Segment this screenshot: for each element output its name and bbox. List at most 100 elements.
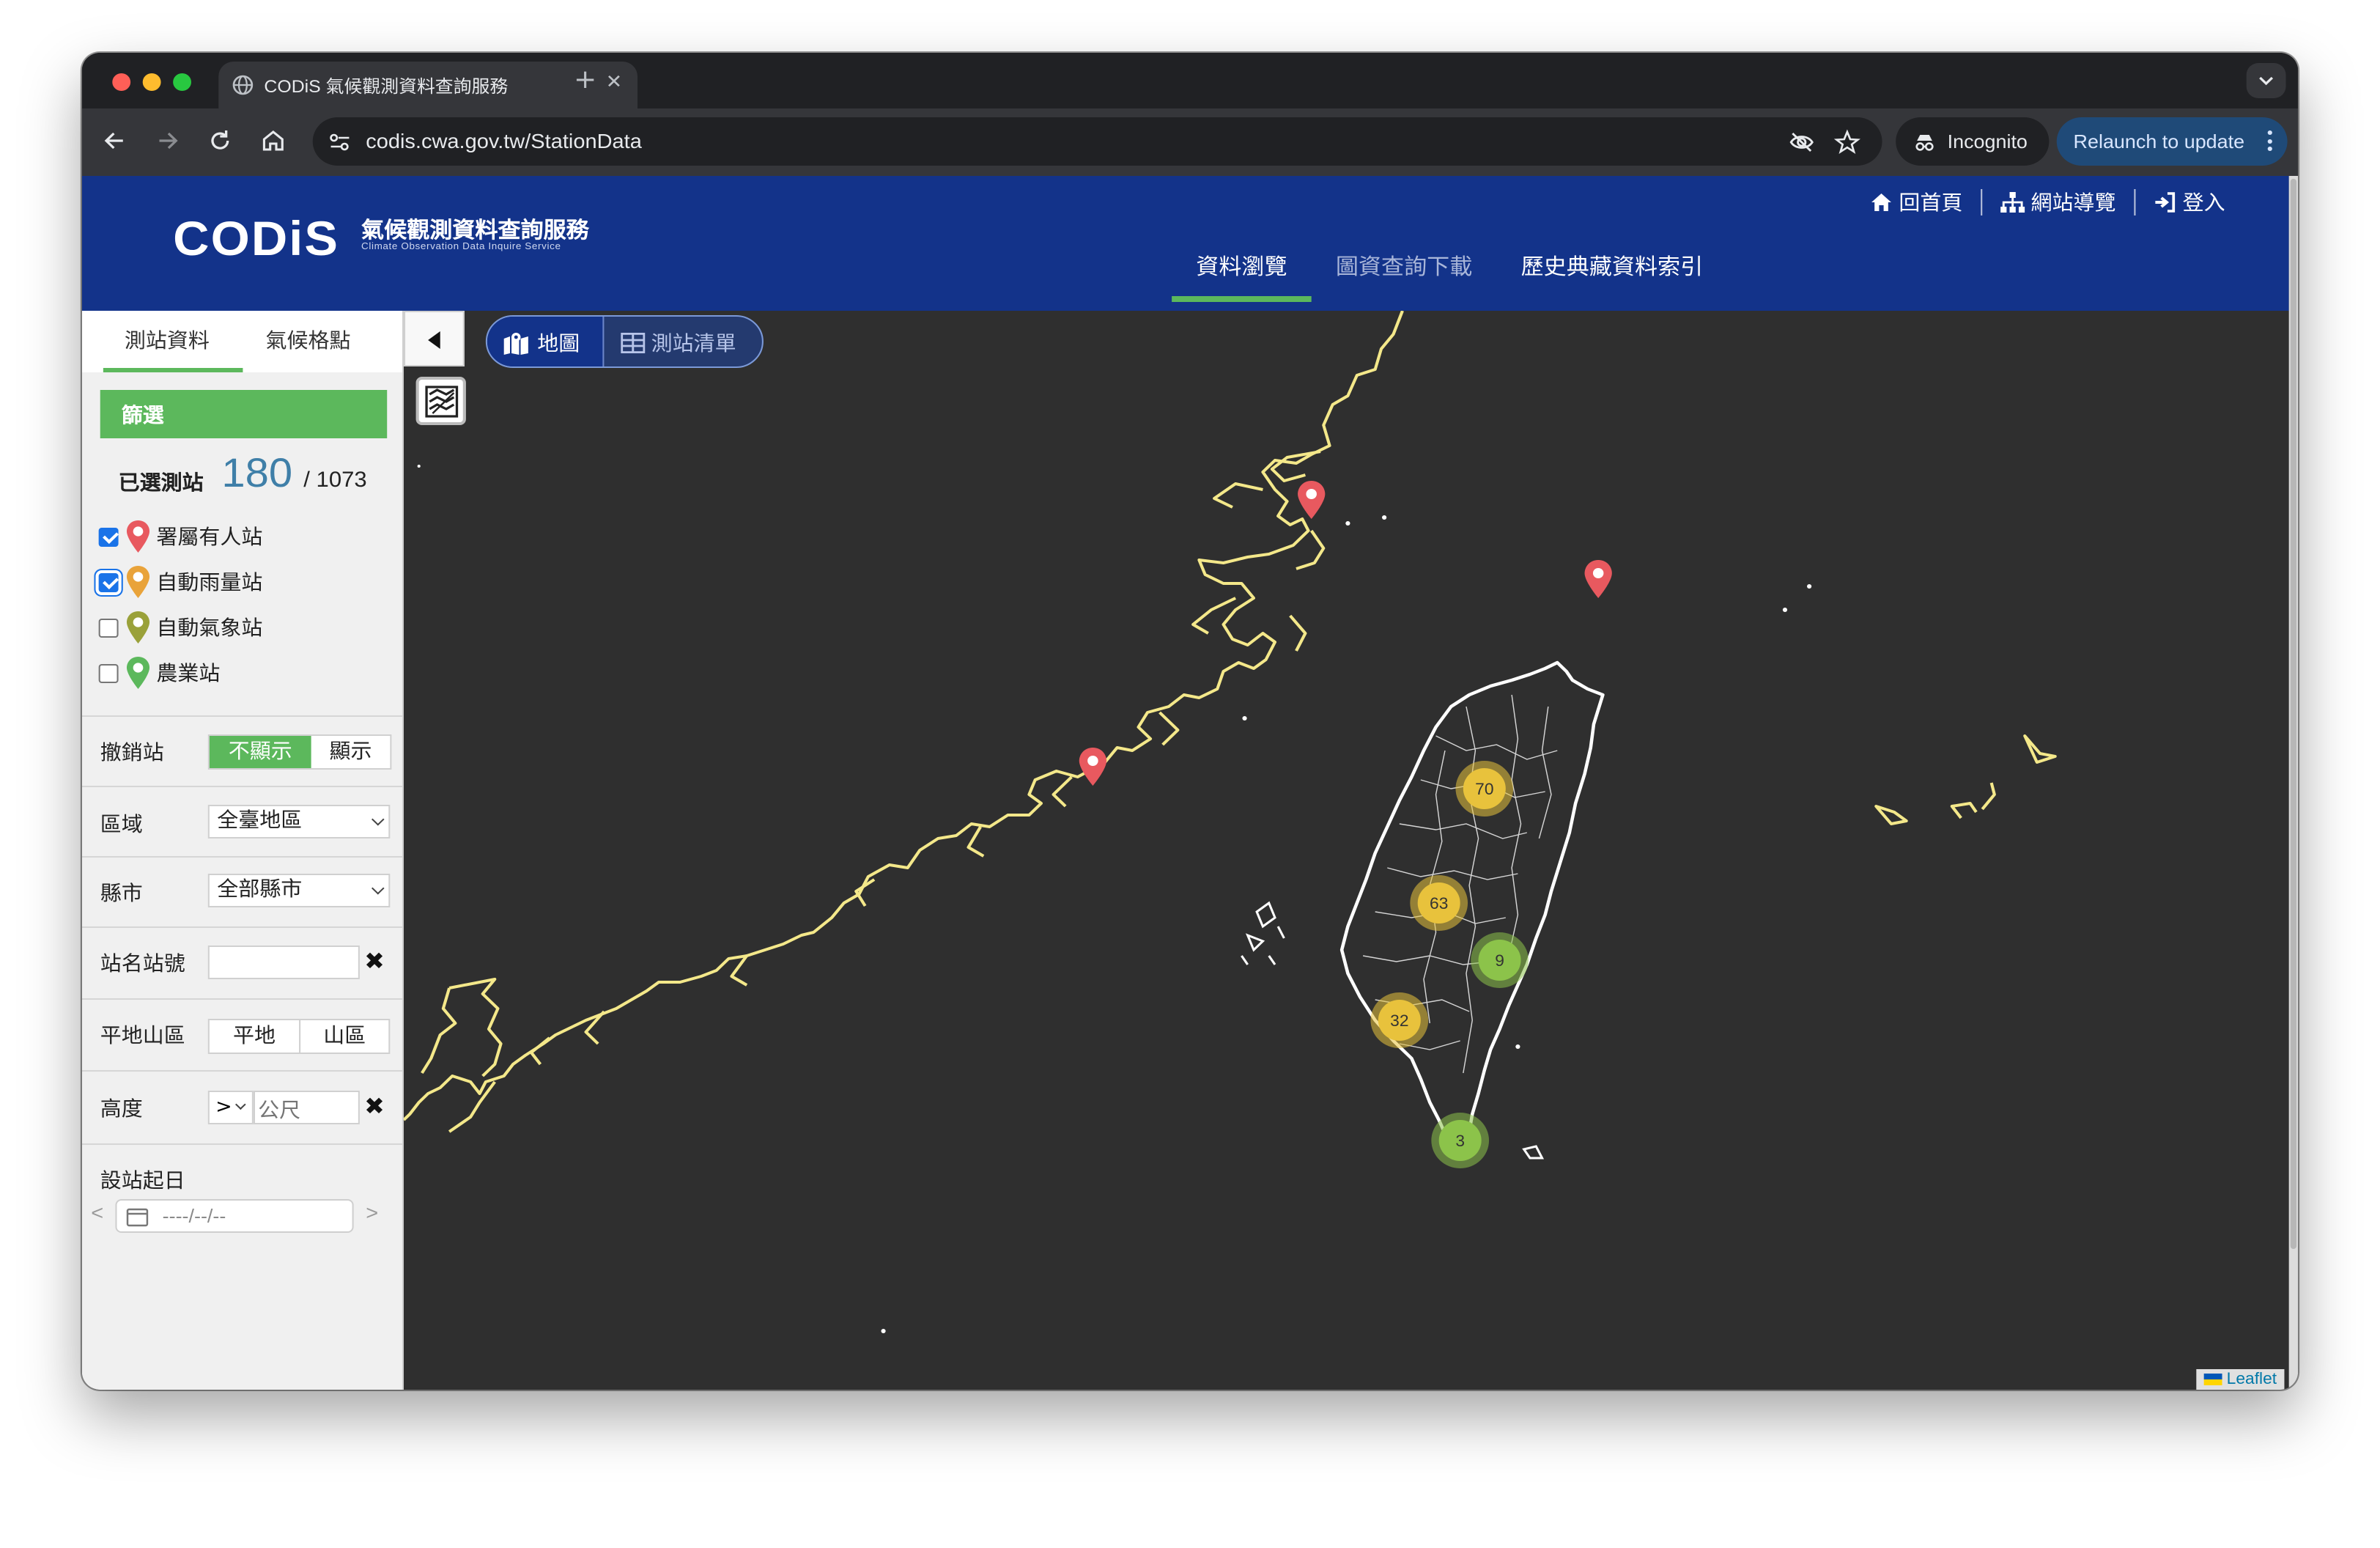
active-tab-indicator: [103, 368, 243, 372]
nav-data-browse[interactable]: 資料瀏覽: [1172, 252, 1312, 302]
zoom-window-icon[interactable]: [173, 73, 191, 91]
close-window-icon[interactable]: [112, 73, 131, 91]
station-type-weather[interactable]: 自動氣象站: [98, 610, 262, 645]
station-map[interactable]: 70 63 9 32 3 地圖 測站清單 Leaflet: [403, 311, 2289, 1390]
station-type-manned[interactable]: 署屬有人站: [98, 519, 263, 554]
site-logo[interactable]: CODiS 氣候觀測資料查詢服務 Climate Observation Dat…: [173, 211, 589, 267]
site-settings-icon[interactable]: [328, 130, 352, 154]
logo-subtitle: Climate Observation Data Inquire Service: [361, 242, 561, 252]
home-icon: [1871, 194, 1891, 211]
top-links: 回首頁 網站導覽 登入: [1852, 188, 2243, 217]
clear-icon[interactable]: ✖: [364, 1092, 385, 1120]
region-select[interactable]: 全臺地區: [207, 805, 391, 838]
station-name-row: 站名站號 ✖: [81, 926, 402, 998]
mountain-option[interactable]: 山區: [300, 1020, 388, 1053]
cluster-count: 63: [1430, 894, 1448, 913]
chevron-down-icon: [371, 882, 385, 895]
region-label: 區域: [100, 814, 143, 837]
leaflet-link: Leaflet: [2226, 1371, 2277, 1388]
nav-map-download[interactable]: 圖資查詢下載: [1312, 252, 1497, 299]
tab-strip: CODiS 氣候觀測資料查詢服務 ✕ +: [81, 53, 2299, 108]
station-type-label: 自動雨量站: [156, 572, 263, 595]
main-nav: 資料瀏覽 圖資查詢下載 歷史典藏資料索引: [1172, 252, 1727, 302]
altitude-operator: >: [215, 1096, 232, 1118]
cluster-count: 32: [1390, 1011, 1408, 1030]
layers-button[interactable]: [415, 377, 466, 425]
nav-archive-index[interactable]: 歷史典藏資料索引: [1496, 252, 1727, 299]
star-icon[interactable]: [1833, 129, 1860, 155]
station-type-agri[interactable]: 農業站: [98, 655, 221, 690]
total-stations-count: / 1073: [303, 468, 367, 493]
tab-search-button[interactable]: [2246, 63, 2286, 98]
list-view-button[interactable]: 測站清單: [651, 328, 736, 358]
map-view-button[interactable]: 地圖: [487, 317, 605, 366]
coastline-mainland-detail: [421, 450, 1326, 1133]
orchid-island: [1522, 1145, 1545, 1160]
web-page: CODiS 氣候觀測資料查詢服務 Climate Observation Dat…: [81, 176, 2289, 1390]
station-type-label: 農業站: [156, 663, 221, 686]
filter-title: 篩選: [121, 405, 164, 428]
start-date-value: ----/--/--: [162, 1205, 226, 1227]
relaunch-label: Relaunch to update: [2073, 130, 2245, 152]
cluster-marker: 3: [1431, 1113, 1490, 1168]
hide-revoked-option[interactable]: 不顯示: [209, 736, 311, 768]
sign-in-icon: [2155, 192, 2176, 213]
agri-checkbox[interactable]: [98, 663, 119, 682]
next-date-arrow[interactable]: >: [366, 1201, 378, 1224]
forward-arrow-icon[interactable]: [152, 126, 182, 155]
revoked-row: 撤銷站 不顯示 顯示: [81, 715, 402, 786]
more-menu-icon[interactable]: [2267, 130, 2272, 155]
back-arrow-icon[interactable]: [100, 126, 130, 155]
county-select[interactable]: 全部縣市: [207, 874, 391, 907]
sitemap-link[interactable]: 網站導覽: [1982, 188, 2134, 217]
eye-off-icon[interactable]: [1788, 129, 1815, 155]
selected-stations-label: 已選測站: [118, 472, 204, 495]
close-tab-icon[interactable]: ✕: [606, 72, 623, 94]
map-view-label: 地圖: [537, 333, 580, 356]
county-value: 全部縣市: [217, 878, 303, 902]
map-pin-icon: [126, 520, 150, 553]
chevron-down-icon: [2259, 76, 2274, 86]
station-marker: [1079, 748, 1107, 786]
minimize-window-icon[interactable]: [142, 73, 161, 91]
altitude-operator-select[interactable]: >: [207, 1091, 254, 1124]
tab-climate-grid[interactable]: 氣候格點: [265, 325, 350, 355]
reload-icon[interactable]: [205, 126, 235, 155]
collapse-sidebar-button[interactable]: [403, 311, 465, 366]
home-link[interactable]: 回首頁: [1852, 188, 1981, 217]
station-name-input[interactable]: [207, 946, 360, 979]
login-link[interactable]: 登入: [2135, 188, 2243, 217]
station-type-rain[interactable]: 自動雨量站: [98, 564, 263, 600]
altitude-placeholder: 公尺: [258, 1099, 301, 1123]
sitemap-icon: [2000, 192, 2025, 213]
manned-checkbox[interactable]: [98, 527, 119, 546]
revoked-toggle: 不顯示 顯示: [207, 734, 392, 770]
logo-wordmark: CODiS: [173, 211, 339, 265]
flat-option[interactable]: 平地: [210, 1020, 301, 1053]
logo-title: 氣候觀測資料查詢服務: [361, 217, 589, 243]
page-scrollbar[interactable]: [2288, 176, 2299, 1390]
station-type-label: 署屬有人站: [156, 526, 263, 550]
penghu-islands: [1241, 901, 1285, 965]
tab-station-data[interactable]: 測站資料: [125, 325, 210, 355]
map-pin-icon: [126, 611, 150, 644]
altitude-input[interactable]: 公尺: [253, 1091, 360, 1124]
rain-checkbox[interactable]: [98, 572, 119, 591]
address-bar[interactable]: codis.cwa.gov.tw/StationData: [312, 117, 1882, 166]
station-marker: [1584, 560, 1612, 598]
new-tab-icon[interactable]: +: [574, 64, 596, 95]
clear-icon[interactable]: ✖: [364, 947, 385, 975]
show-revoked-option[interactable]: 顯示: [311, 736, 391, 768]
start-date-input[interactable]: ----/--/--: [115, 1199, 354, 1233]
weather-checkbox[interactable]: [98, 618, 119, 637]
map-attribution[interactable]: Leaflet: [2196, 1369, 2285, 1390]
start-date-label: 設站起日: [100, 1170, 185, 1193]
home-icon[interactable]: [258, 126, 288, 155]
altitude-row: 高度 > 公尺 ✖: [81, 1070, 402, 1143]
scrollbar-thumb[interactable]: [2290, 179, 2297, 1249]
prev-date-arrow[interactable]: <: [91, 1201, 103, 1224]
cluster-marker: 9: [1471, 932, 1529, 988]
globe-icon: [232, 75, 254, 95]
relaunch-button[interactable]: Relaunch to update: [2056, 117, 2288, 166]
incognito-indicator[interactable]: Incognito: [1896, 117, 2050, 166]
